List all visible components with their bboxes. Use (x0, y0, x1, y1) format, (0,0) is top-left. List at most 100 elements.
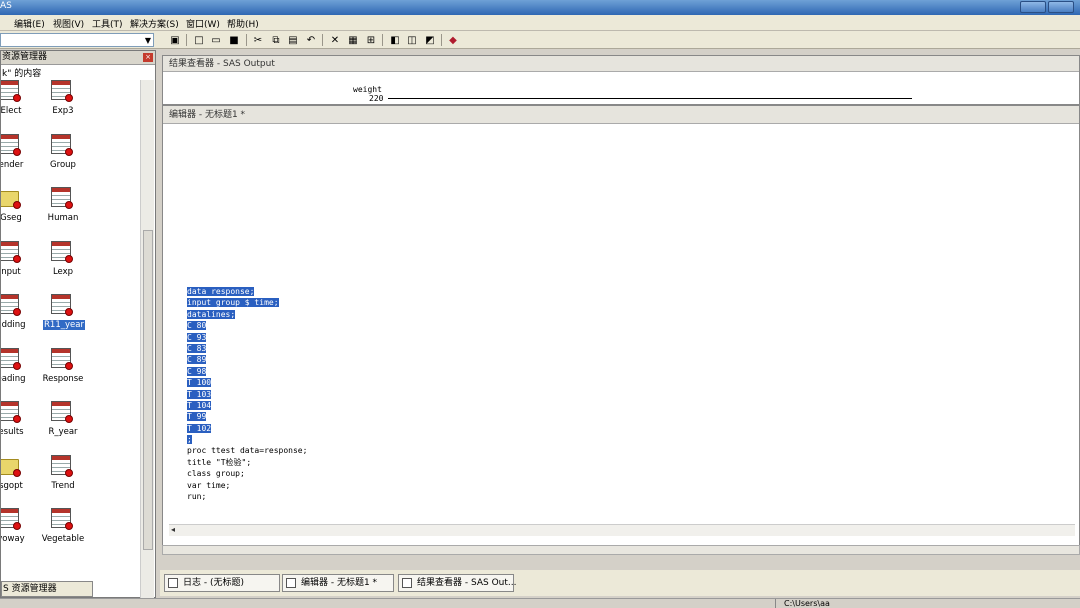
library-item[interactable]: Group (33, 133, 93, 186)
code-line-text: input group $ time; (187, 298, 279, 308)
task-log-label: 日志 - (无标题) (183, 578, 244, 588)
window-icon[interactable]: ◫ (405, 33, 419, 47)
dataset-icon (1, 294, 21, 316)
code-line-text: var time; (187, 480, 231, 490)
code-line-text: T 104 (187, 400, 212, 410)
code-line-text: C 98 (187, 366, 207, 376)
undo-icon[interactable]: ↶ (304, 33, 318, 47)
toolbar-divider (246, 34, 247, 46)
task-editor[interactable]: 编辑器 - 无标题1 * (282, 574, 394, 592)
dataset-icon (1, 80, 21, 102)
code-line[interactable]: C 98 (187, 366, 307, 377)
minimize-button[interactable] (1020, 1, 1046, 13)
task-output-label: 结果查看器 - SAS Out... (417, 578, 517, 588)
copy-icon[interactable]: ⧉ (269, 33, 283, 47)
code-line[interactable]: C 80 (187, 320, 307, 331)
menu-edit[interactable]: 编辑(E) (14, 17, 45, 30)
task-output[interactable]: 结果查看器 - SAS Out... (398, 574, 517, 592)
dataset-icon (51, 187, 73, 209)
code-line[interactable]: title "T检验"; (187, 457, 307, 468)
code-line[interactable]: C 89 (187, 354, 307, 365)
save-icon[interactable]: ■ (227, 33, 241, 47)
explorer-panel: 资源管理器 × k" 的内容 Elect Exp3 ender Group Gseg Hu… (0, 50, 156, 598)
library-item[interactable]: Human (33, 187, 93, 239)
code-line-text: title "T检验"; (187, 457, 252, 467)
editor-hscroll[interactable]: ◂ (169, 524, 1075, 536)
app-titlebar: AS (0, 0, 1080, 15)
tree-icon[interactable]: ⊞ (364, 33, 378, 47)
open-library-icon[interactable]: ▣ (168, 33, 182, 47)
clear-icon[interactable]: ✕ (328, 33, 342, 47)
explorer-tab[interactable]: S 资源管理器 (1, 581, 93, 597)
task-log[interactable]: 日志 - (无标题) (164, 574, 280, 592)
code-line-text: ; (187, 435, 192, 445)
code-line[interactable]: run; (187, 491, 307, 502)
dataset-icon (51, 133, 73, 156)
code-line[interactable]: T 103 (187, 389, 307, 400)
command-box[interactable]: ▼ (0, 33, 154, 47)
chevron-down-icon[interactable]: ▼ (145, 36, 151, 45)
paste-icon[interactable]: ▤ (286, 33, 300, 47)
toolbar-divider (441, 34, 442, 46)
new-icon[interactable]: □ (192, 33, 206, 47)
output-value: 220 (369, 94, 384, 103)
window-taskbar: 日志 - (无标题) 编辑器 - 无标题1 * 结果查看器 - SAS Out.… (160, 570, 1080, 596)
cut-icon[interactable]: ✂ (251, 33, 265, 47)
editor-window[interactable]: 编辑器 - 无标题1 * data response; input group $… (162, 105, 1080, 555)
status-path: C:\Users\aa (775, 599, 830, 608)
status-bar: C:\Users\aa (0, 598, 1080, 608)
output-var-label: weight (353, 85, 382, 94)
library-item-label: Exp3 (52, 106, 74, 116)
app-title: AS (0, 1, 12, 11)
explorer-scrollbar[interactable] (140, 80, 154, 598)
code-line[interactable]: datalines; (187, 309, 307, 320)
output-window[interactable]: 结果查看器 - SAS Output weight 220 (162, 55, 1080, 105)
code-line[interactable]: T 102 (187, 423, 307, 434)
graph-icon[interactable]: ◩ (423, 33, 437, 47)
code-line-text: proc ttest data=response; (187, 446, 308, 456)
code-line[interactable]: class group; (187, 468, 307, 479)
dataset-icon (1, 133, 21, 156)
menu-solutions[interactable]: 解决方案(S) (130, 17, 179, 30)
library-item[interactable]: Trend (33, 454, 93, 507)
folder-icon (1, 187, 21, 209)
code-line[interactable]: C 83 (187, 343, 307, 354)
submit-icon[interactable]: ◧ (388, 33, 402, 47)
editor-icon (286, 578, 296, 588)
library-item[interactable]: Vegetable (33, 508, 93, 560)
folder-icon (1, 455, 21, 477)
output-window-title: 结果查看器 - SAS Output (163, 56, 1079, 72)
library-item[interactable]: R11_year (33, 294, 93, 346)
task-editor-label: 编辑器 - 无标题1 * (301, 578, 378, 588)
code-line[interactable]: data response; (187, 286, 307, 297)
menu-tools[interactable]: 工具(T) (92, 17, 123, 30)
code-line-text: T 100 (187, 378, 212, 388)
table-icon[interactable]: ▦ (346, 33, 360, 47)
code-area[interactable]: data response; input group $ time; datalin… (187, 286, 307, 502)
scroll-thumb[interactable] (143, 230, 153, 550)
code-line[interactable]: input group $ time; (187, 297, 307, 308)
library-item[interactable]: Response (33, 347, 93, 400)
menu-view[interactable]: 视图(V) (53, 17, 84, 30)
code-line[interactable]: T 104 (187, 400, 307, 411)
code-line[interactable]: T 100 (187, 377, 307, 388)
code-line[interactable]: proc ttest data=response; (187, 445, 307, 456)
close-icon[interactable]: × (143, 53, 153, 62)
code-line[interactable]: T 99 (187, 411, 307, 422)
code-line[interactable]: C 93 (187, 332, 307, 343)
code-line[interactable]: var time; (187, 480, 307, 491)
toolbar-divider (186, 34, 187, 46)
scroll-left-icon[interactable]: ◂ (171, 525, 175, 534)
library-item[interactable]: Exp3 (33, 80, 93, 132)
open-icon[interactable]: ▭ (209, 33, 223, 47)
library-item[interactable]: Lexp (33, 240, 93, 293)
library-item-label: R11_year (43, 320, 85, 330)
help-book-icon[interactable]: ◆ (446, 33, 460, 47)
menu-help[interactable]: 帮助(H) (227, 17, 259, 30)
library-item[interactable]: R_year (33, 401, 93, 453)
maximize-button[interactable] (1048, 1, 1074, 13)
menu-window[interactable]: 窗口(W) (186, 17, 220, 30)
dataset-icon (1, 347, 21, 370)
code-line[interactable]: ; (187, 434, 307, 445)
code-line-text: C 89 (187, 355, 207, 365)
